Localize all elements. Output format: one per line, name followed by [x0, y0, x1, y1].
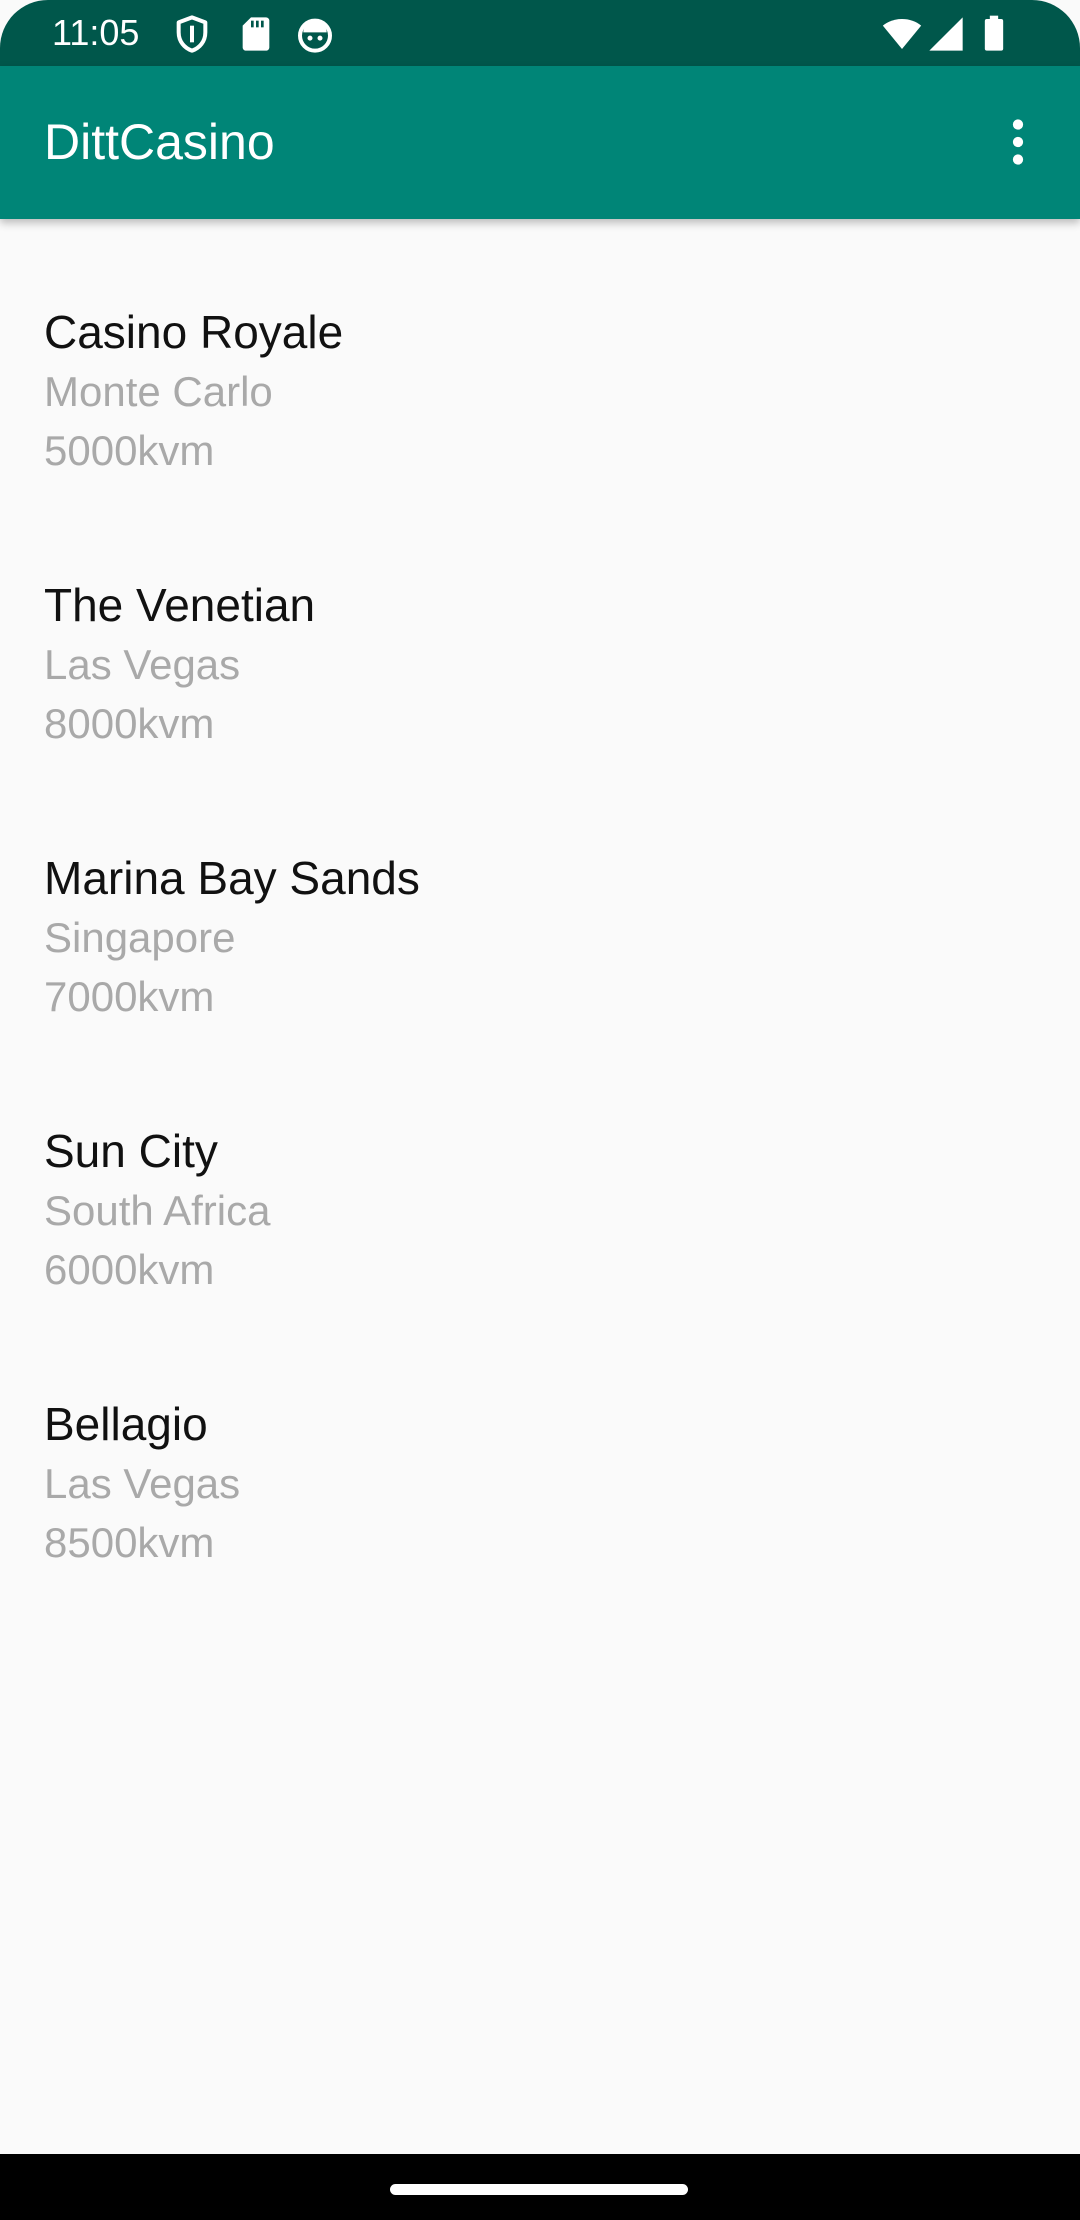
cellular-signal-icon: [929, 17, 963, 51]
casino-list-item[interactable]: Bellagio Las Vegas 8500kvm: [0, 1311, 1080, 1584]
casino-name: Casino Royale: [44, 306, 344, 358]
casino-name: Sun City: [44, 1125, 218, 1177]
casino-list: Casino Royale Monte Carlo 5000kvm The Ve…: [0, 219, 1080, 1584]
casino-name: Marina Bay Sands: [44, 852, 420, 904]
android-debug-icon: [298, 18, 332, 53]
navigation-bar: [0, 2154, 1080, 2220]
battery-icon: [984, 15, 1004, 51]
app-bar: DittCasino: [0, 66, 1080, 219]
casino-location: Monte Carlo: [44, 368, 273, 415]
casino-area: 8000kvm: [44, 700, 215, 747]
casino-list-item[interactable]: Sun City South Africa 6000kvm: [0, 1038, 1080, 1311]
shield-icon: [176, 15, 208, 53]
casino-name: The Venetian: [44, 579, 316, 631]
casino-list-item[interactable]: Marina Bay Sands Singapore 7000kvm: [0, 765, 1080, 1038]
casino-area: 7000kvm: [44, 973, 215, 1020]
status-time: 11:05: [52, 12, 140, 53]
casino-location: Las Vegas: [44, 1460, 241, 1507]
sd-card-icon: [242, 17, 270, 51]
app-title: DittCasino: [44, 114, 275, 170]
casino-area: 8500kvm: [44, 1519, 215, 1566]
casino-list-item[interactable]: The Venetian Las Vegas 8000kvm: [0, 492, 1080, 765]
casino-location: Las Vegas: [44, 641, 241, 688]
wifi-icon: [882, 19, 922, 49]
status-bar: 11:05: [0, 0, 1080, 66]
more-vertical-icon[interactable]: [990, 110, 1046, 174]
home-gesture-handle[interactable]: [390, 2184, 688, 2195]
casino-area: 6000kvm: [44, 1246, 215, 1293]
casino-location: South Africa: [44, 1187, 271, 1234]
casino-area: 5000kvm: [44, 427, 215, 474]
casino-list-item[interactable]: Casino Royale Monte Carlo 5000kvm: [0, 219, 1080, 492]
casino-location: Singapore: [44, 914, 236, 961]
casino-name: Bellagio: [44, 1398, 208, 1450]
